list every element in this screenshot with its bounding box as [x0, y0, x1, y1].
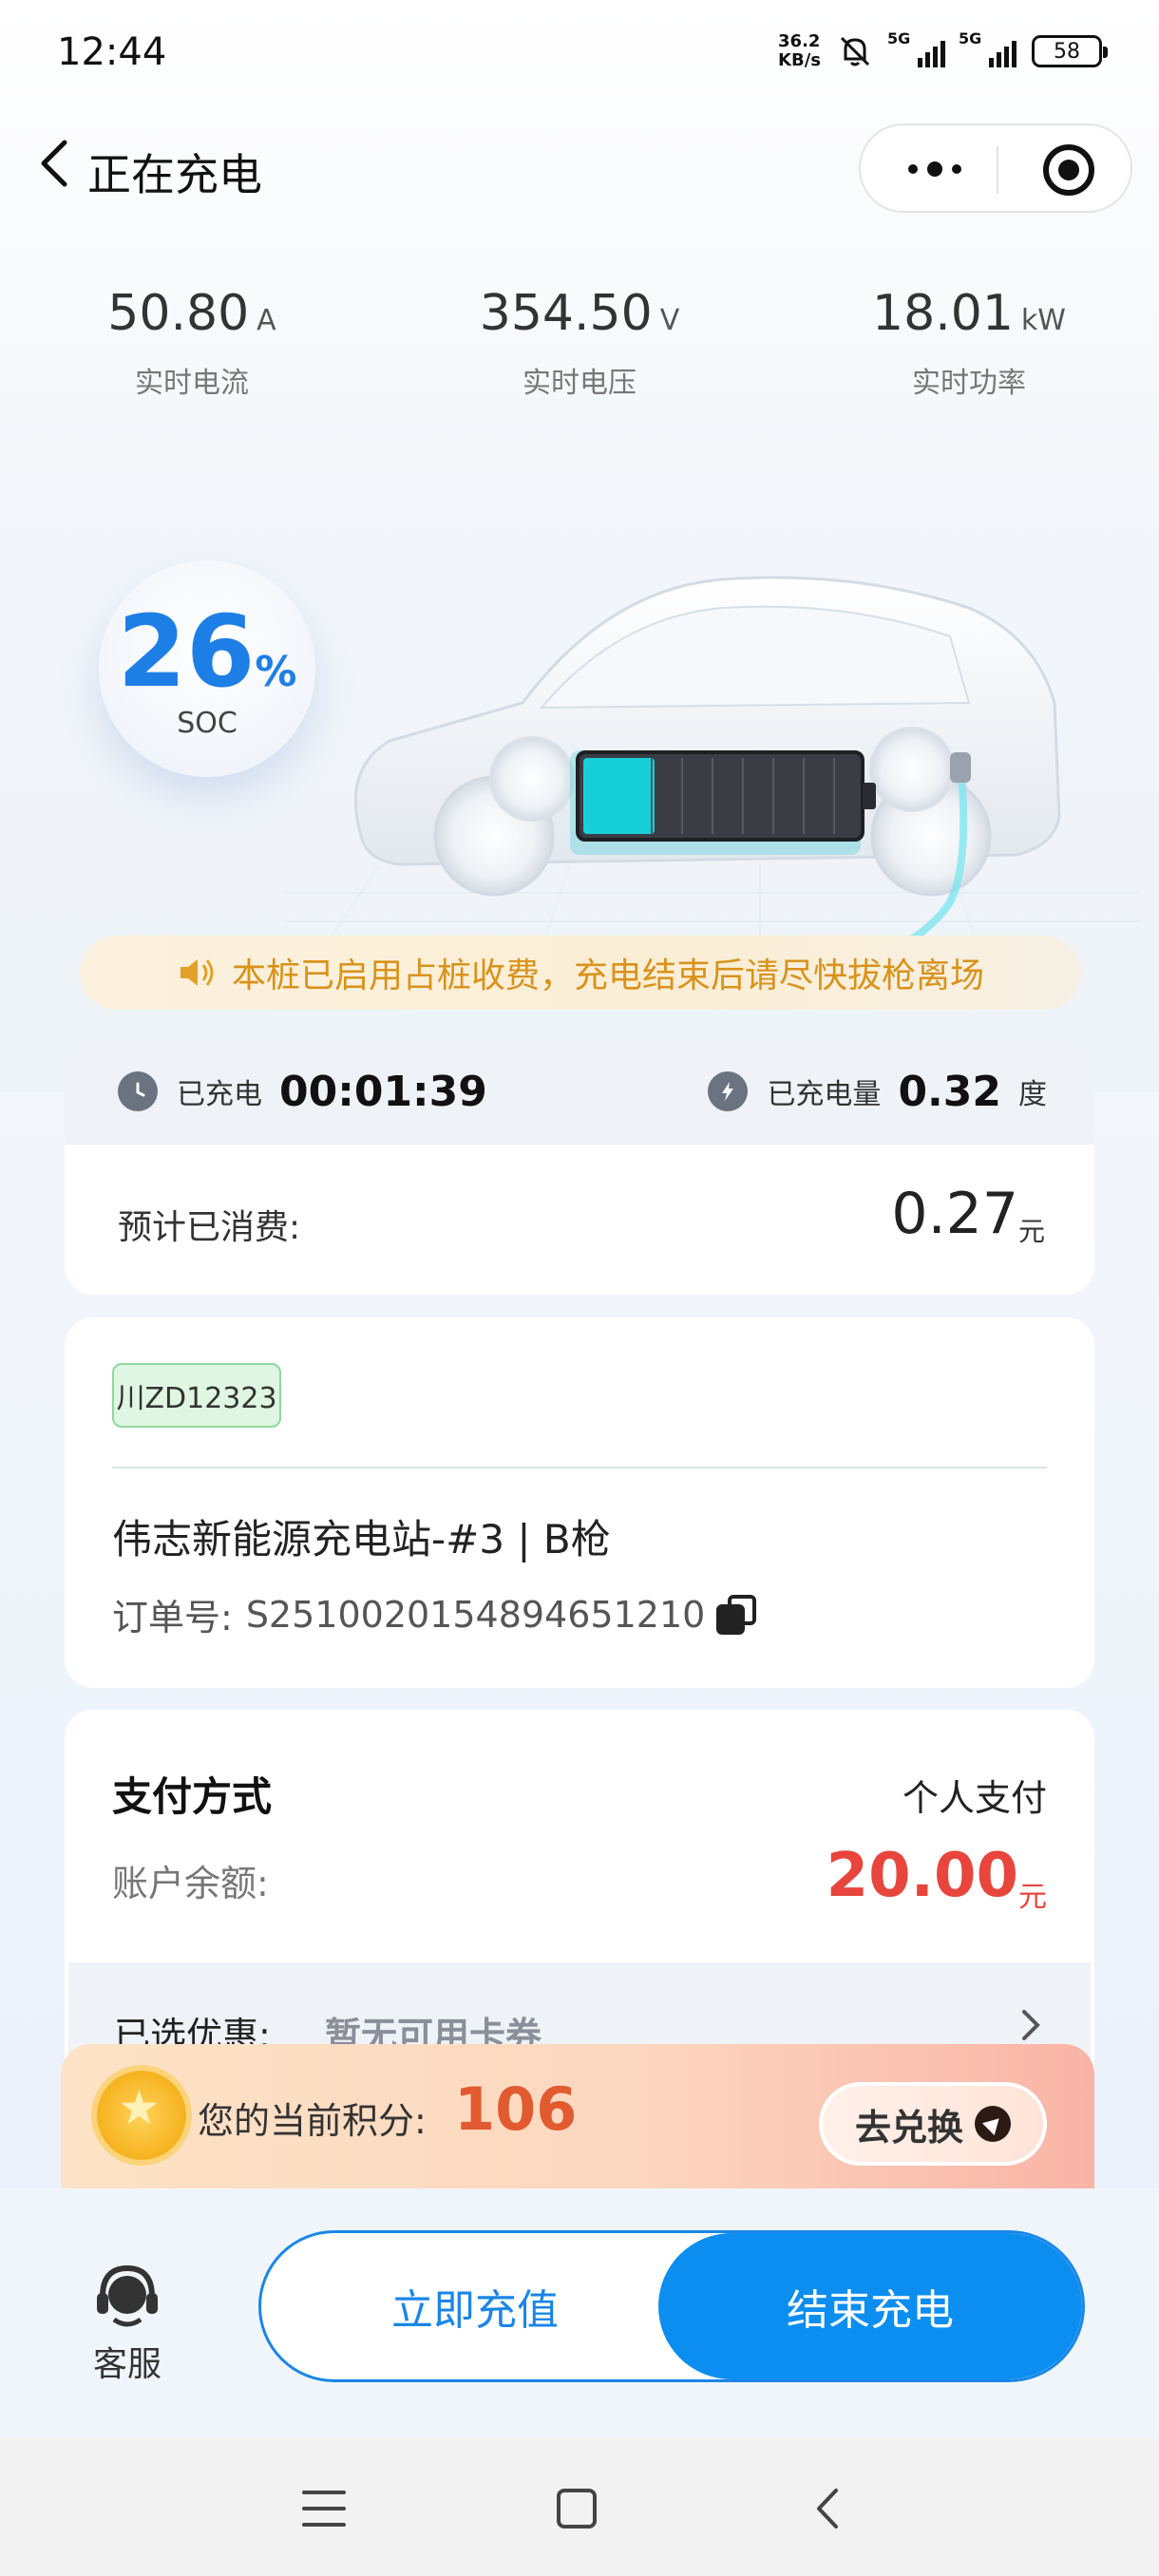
- energy-value: 0.32: [898, 1067, 1001, 1116]
- speaker-icon: [180, 959, 214, 986]
- medal-icon: [97, 2071, 186, 2160]
- end-charging-button[interactable]: 结束充电: [658, 2233, 1082, 2379]
- charging-plug: [950, 752, 971, 783]
- status-icons: 36.2 KB/s 5G 5G 58: [778, 29, 1108, 70]
- metric-current-label: 实时电流: [135, 367, 249, 400]
- bottom-action-bar: 客服 立即充值 结束充电: [0, 2188, 1159, 2437]
- metric-current-unit: A: [256, 304, 276, 337]
- send-arrow-icon: [975, 2106, 1011, 2142]
- order-label: 订单号:: [112, 1597, 233, 1638]
- order-number: S2510020154894651210: [245, 1593, 706, 1636]
- lightning-icon: [708, 1071, 749, 1111]
- exchange-label: 去兑换: [854, 2106, 963, 2149]
- menu-icon[interactable]: [302, 2491, 346, 2527]
- duration-value: 00:01:39: [279, 1067, 487, 1116]
- cost-unit: 元: [1017, 1216, 1045, 1247]
- order-number-row: 订单号: S2510020154894651210: [112, 1588, 757, 1640]
- metric-power-value: 18.01: [872, 285, 1014, 342]
- customer-service-button[interactable]: 客服: [80, 2257, 175, 2386]
- system-nav-bar: [0, 2437, 1159, 2576]
- charge-session-card: 已充电 00:01:39 已充电量 0.32 度 预计已消费: 0.27 元: [65, 1038, 1094, 1295]
- net-speed: 36.2 KB/s: [778, 32, 821, 70]
- soc-indicator: 26% SOC: [99, 560, 315, 777]
- payment-method[interactable]: 个人支付: [902, 1769, 1047, 1821]
- wheel-front-back: [489, 736, 575, 822]
- capsule-divider: [997, 146, 998, 194]
- action-button-group: 立即充值 结束充电: [258, 2230, 1085, 2382]
- status-time: 12:44: [57, 30, 167, 74]
- battery-indicator: 58: [1032, 35, 1108, 67]
- mini-program-capsule: [859, 123, 1132, 213]
- signal-tag-1: 5G: [887, 29, 911, 47]
- cost-value: 0.27: [891, 1181, 1018, 1247]
- balance-label: 账户余额:: [112, 1863, 269, 1904]
- mute-bell-icon: [840, 36, 870, 66]
- metric-power-label: 实时功率: [912, 367, 1026, 400]
- notice-text: 本桩已启用占桩收费，充电结束后请尽快拔枪离场: [231, 957, 984, 995]
- copy-icon[interactable]: [716, 1594, 757, 1635]
- net-speed-value: 36.2: [778, 31, 821, 51]
- metric-current-value: 50.80: [107, 285, 250, 342]
- cost-label: 预计已消费:: [118, 1208, 301, 1247]
- metric-power-unit: kW: [1020, 304, 1066, 337]
- wheel-rear-back: [869, 727, 955, 812]
- payment-title: 支付方式: [112, 1773, 273, 1820]
- balance-unit: 元: [1018, 1881, 1047, 1914]
- soc-percent: %: [255, 648, 297, 696]
- order-card: 川ZD12323 伟志新能源充电站-#3 | B枪 订单号: S25100201…: [65, 1317, 1094, 1688]
- more-dots-icon[interactable]: [897, 150, 973, 188]
- metric-current: 50.80 A 实时电流: [11, 285, 372, 401]
- station-name: 伟志新能源充电站-#3 | B枪: [112, 1516, 611, 1563]
- metric-voltage-value: 354.50: [479, 285, 653, 342]
- points-value: 106: [454, 2074, 578, 2144]
- exchange-button[interactable]: 去兑换: [819, 2082, 1047, 2166]
- net-speed-unit: KB/s: [778, 50, 821, 70]
- service-label: 客服: [92, 2345, 162, 2384]
- battery-terminal: [863, 783, 876, 809]
- divider: [112, 1467, 1047, 1468]
- session-header: 已充电 00:01:39 已充电量 0.32 度: [65, 1038, 1094, 1145]
- points-banner: 您的当前积分: 106 去兑换: [61, 2044, 1094, 2188]
- balance-value: 20.00: [826, 1841, 1018, 1911]
- energy-label: 已充电量: [767, 1078, 882, 1111]
- clock-icon: [118, 1071, 158, 1111]
- signal-tag-2: 5G: [959, 29, 982, 47]
- headset-icon: [97, 2264, 158, 2327]
- home-icon[interactable]: [557, 2489, 597, 2529]
- status-bar: 12:44 36.2 KB/s 5G 5G 58: [0, 0, 1159, 104]
- car-illustration: [285, 576, 1140, 950]
- back-arrow-icon[interactable]: [28, 135, 86, 192]
- page-title: 正在充电: [87, 149, 262, 200]
- soc-value: 26: [117, 594, 256, 710]
- soc-label: SOC: [177, 707, 238, 740]
- cost-row: 预计已消费: 0.27 元: [65, 1145, 1094, 1295]
- recharge-button[interactable]: 立即充值: [261, 2233, 689, 2379]
- metric-power: 18.01 kW 实时功率: [788, 285, 1150, 401]
- points-label: 您的当前积分:: [198, 2100, 427, 2142]
- system-back-icon[interactable]: [813, 2487, 842, 2530]
- metric-voltage-unit: V: [659, 304, 680, 337]
- signal-icon-1: 5G: [887, 29, 945, 67]
- nav-bar: 正在充电: [0, 114, 1159, 218]
- license-plate-badge: 川ZD12323: [112, 1363, 281, 1428]
- metric-voltage-label: 实时电压: [522, 367, 636, 400]
- energy-unit: 度: [1018, 1078, 1047, 1111]
- duration-label: 已充电: [177, 1078, 262, 1111]
- signal-icon-2: 5G: [959, 29, 1016, 67]
- metric-voltage: 354.50 V 实时电压: [399, 285, 760, 401]
- energy-group: 已充电量 0.32 度: [708, 1038, 1047, 1145]
- occupancy-notice: 本桩已启用占桩收费，充电结束后请尽快拔枪离场: [80, 936, 1081, 1010]
- soc-value-line: 26%: [99, 602, 315, 701]
- close-target-icon[interactable]: [1043, 144, 1094, 196]
- battery-fill: [583, 758, 655, 834]
- chevron-right-icon: [1022, 2010, 1040, 2040]
